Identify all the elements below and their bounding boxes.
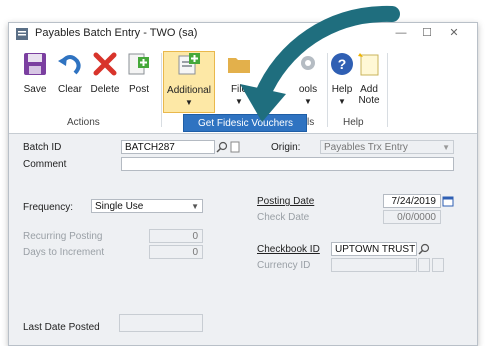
- file-button[interactable]: File ▼: [223, 51, 255, 111]
- check-date-label: Check Date: [257, 212, 310, 223]
- currency-expand-button[interactable]: [432, 258, 444, 272]
- additional-icon: [178, 53, 200, 75]
- chevron-down-icon: ▼: [185, 98, 193, 107]
- lookup-icon[interactable]: [216, 141, 228, 153]
- frequency-value: Single Use: [95, 201, 144, 212]
- file-label: File: [230, 84, 248, 95]
- additional-label: Additional: [167, 85, 211, 96]
- check-date-field[interactable]: 0/0/0000: [383, 210, 441, 224]
- help-button[interactable]: ? Help ▼: [329, 51, 355, 111]
- delete-label: Delete: [90, 84, 120, 95]
- checkbook-id-field[interactable]: UPTOWN TRUST: [331, 242, 417, 256]
- clear-button[interactable]: Clear: [55, 51, 85, 111]
- group-label-tools: ls: [307, 117, 315, 128]
- delete-button[interactable]: Delete: [89, 51, 121, 111]
- minimize-button[interactable]: —: [393, 26, 409, 40]
- recurring-posting-label: Recurring Posting: [23, 231, 103, 242]
- lookup-icon[interactable]: [418, 243, 430, 255]
- last-date-posted-field: [119, 314, 203, 332]
- chevron-down-icon: ▼: [304, 97, 312, 106]
- help-icon: ?: [331, 53, 353, 75]
- note-icon: [358, 53, 379, 76]
- group-separator: [387, 53, 388, 127]
- origin-select[interactable]: Payables Trx Entry ▼: [320, 140, 454, 154]
- maximize-button[interactable]: ☐: [419, 26, 435, 40]
- help-label: Help: [331, 84, 353, 95]
- folder-icon: [228, 58, 250, 73]
- clear-label: Clear: [58, 84, 82, 95]
- frequency-select[interactable]: Single Use ▼: [91, 199, 203, 213]
- chevron-down-icon: ▼: [191, 202, 199, 211]
- save-label: Save: [23, 84, 47, 95]
- batch-id-field[interactable]: BATCH287: [121, 140, 215, 154]
- app-icon: [16, 28, 28, 40]
- batch-id-label: Batch ID: [23, 142, 62, 153]
- origin-label: Origin:: [271, 142, 301, 153]
- tools-button[interactable]: ools ▼: [291, 51, 325, 111]
- comment-field[interactable]: [121, 157, 454, 171]
- add-note-label: Add Note: [358, 84, 380, 106]
- recurring-posting-field[interactable]: 0: [149, 229, 203, 243]
- payables-batch-entry-window: Payables Batch Entry - TWO (sa) — ☐ ✕ Sa…: [8, 22, 478, 346]
- chevron-down-icon: ▼: [235, 97, 243, 106]
- add-note-button[interactable]: Add Note: [355, 51, 383, 111]
- batch-entry-form: Batch ID BATCH287 Origin: Payables Trx E…: [9, 134, 477, 345]
- dropdown-item-get-fidesic-vouchers[interactable]: Get Fidesic Vouchers: [183, 114, 307, 132]
- note-icon[interactable]: [229, 141, 241, 153]
- post-label: Post: [128, 84, 149, 95]
- window-title: Payables Batch Entry - TWO (sa): [35, 27, 198, 39]
- group-label-actions: Actions: [67, 117, 100, 128]
- chevron-down-icon: ▼: [442, 143, 450, 152]
- post-button[interactable]: Post: [125, 51, 153, 111]
- frequency-label: Frequency:: [23, 202, 74, 213]
- days-to-increment-field[interactable]: 0: [149, 245, 203, 259]
- tools-label: ools: [298, 84, 318, 95]
- title-bar: Payables Batch Entry - TWO (sa) — ☐ ✕: [9, 23, 477, 45]
- save-icon: [24, 53, 46, 75]
- additional-button[interactable]: Additional ▼: [163, 51, 215, 113]
- checkbook-id-label: Checkbook ID: [257, 244, 320, 255]
- close-button[interactable]: ✕: [446, 26, 462, 40]
- tools-icon: [301, 56, 315, 70]
- posting-date-label: Posting Date: [257, 196, 315, 207]
- delete-icon: [93, 52, 117, 76]
- svg-text:?: ?: [338, 56, 347, 72]
- currency-id-field[interactable]: [331, 258, 417, 272]
- currency-id-label: Currency ID: [257, 260, 311, 271]
- last-date-posted-label: Last Date Posted: [23, 322, 100, 333]
- posting-date-field[interactable]: 7/24/2019: [383, 194, 441, 208]
- undo-icon: [58, 55, 81, 75]
- calendar-icon[interactable]: [442, 195, 454, 207]
- group-separator: [327, 53, 328, 127]
- post-icon: [128, 53, 149, 75]
- days-to-increment-label: Days to Increment: [23, 247, 105, 258]
- save-button[interactable]: Save: [17, 51, 53, 111]
- currency-lookup-button[interactable]: [418, 258, 430, 272]
- origin-value: Payables Trx Entry: [324, 142, 408, 153]
- group-label-help: Help: [343, 117, 364, 128]
- group-separator: [161, 53, 162, 127]
- chevron-down-icon: ▼: [338, 97, 346, 106]
- comment-label: Comment: [23, 159, 67, 170]
